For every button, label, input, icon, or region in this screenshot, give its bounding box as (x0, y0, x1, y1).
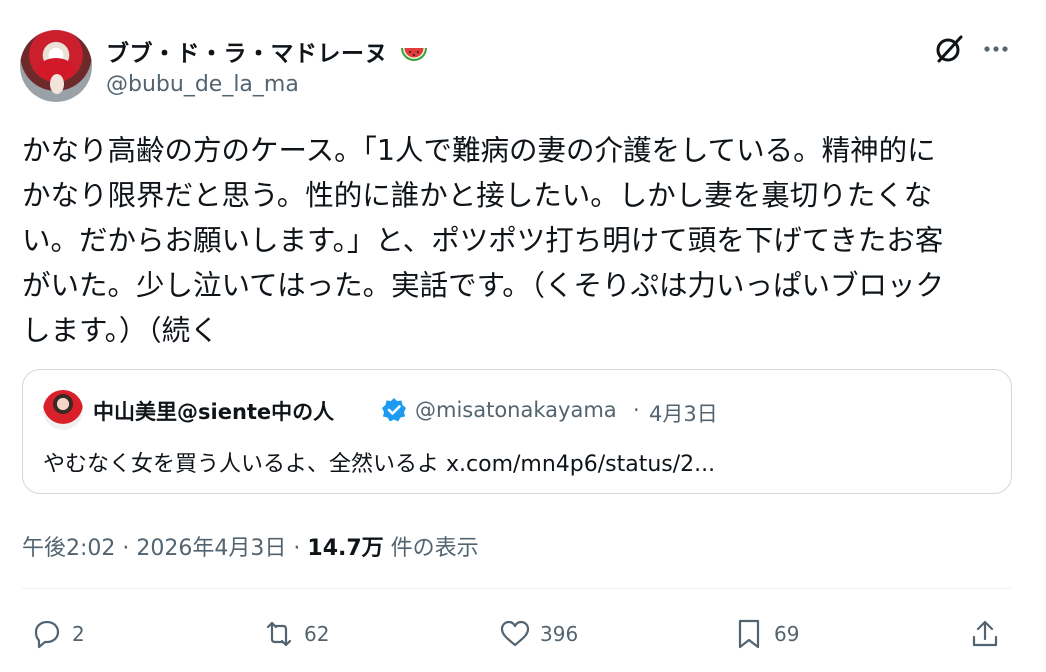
author-handle[interactable]: @bubu_de_la_ma (106, 72, 299, 97)
quote-avatar[interactable] (43, 390, 83, 430)
verified-badge-icon (382, 398, 406, 422)
meta-separator: · (122, 536, 130, 561)
more-options-icon[interactable] (980, 33, 1012, 65)
repost-button[interactable]: 62 (262, 616, 329, 652)
repost-icon (266, 621, 292, 647)
quote-display-name[interactable]: 中山美里@siente中の人 (93, 396, 334, 426)
repost-count: 62 (304, 622, 330, 646)
author-avatar[interactable] (20, 30, 92, 102)
quote-date[interactable]: 4月3日 (649, 398, 718, 428)
view-count-label: 件の表示 (390, 536, 479, 561)
quote-text: やむなく女を買う人いるよ、全然いるよ x.com/mn4p6/status/2.… (43, 452, 716, 477)
avatar-face (50, 74, 64, 94)
meta-separator: · (293, 536, 301, 561)
divider (22, 588, 1012, 589)
grok-icon[interactable] (933, 33, 965, 65)
quote-handle[interactable]: @misatonakayama (415, 398, 617, 422)
reply-button[interactable]: 2 (30, 616, 85, 652)
tweet-text: かなり高齢の方のケース。「1人で難病の妻の介護をしている。精神的に かなり限界だ… (22, 134, 944, 347)
like-button[interactable]: 396 (498, 616, 578, 652)
quoted-tweet[interactable]: 中山美里@siente中の人 @misatonakayama · 4月3日 やむ… (22, 369, 1012, 494)
reply-icon (34, 620, 60, 649)
tweet-time[interactable]: 午後2:02 (22, 536, 115, 561)
author-display-name[interactable]: ブブ・ド・ラ・マドレーヌ (106, 34, 429, 68)
author-name-text: ブブ・ド・ラ・マドレーヌ (106, 41, 388, 67)
tweet-meta: 午後2:02 · 2026年4月3日 · 14.7万 件の表示 (22, 530, 479, 562)
bookmark-button[interactable]: 69 (732, 616, 799, 652)
quote-separator: · (633, 398, 640, 422)
tweet-date[interactable]: 2026年4月3日 (136, 536, 286, 561)
heart-icon (500, 620, 530, 647)
share-icon (972, 620, 998, 647)
like-count: 396 (540, 622, 579, 646)
reply-count: 2 (72, 622, 85, 646)
view-count[interactable]: 14.7万 (307, 536, 383, 561)
bookmark-icon (738, 619, 760, 649)
share-button[interactable] (968, 616, 1002, 652)
watermelon-icon (400, 47, 427, 61)
bookmark-count: 69 (774, 622, 800, 646)
